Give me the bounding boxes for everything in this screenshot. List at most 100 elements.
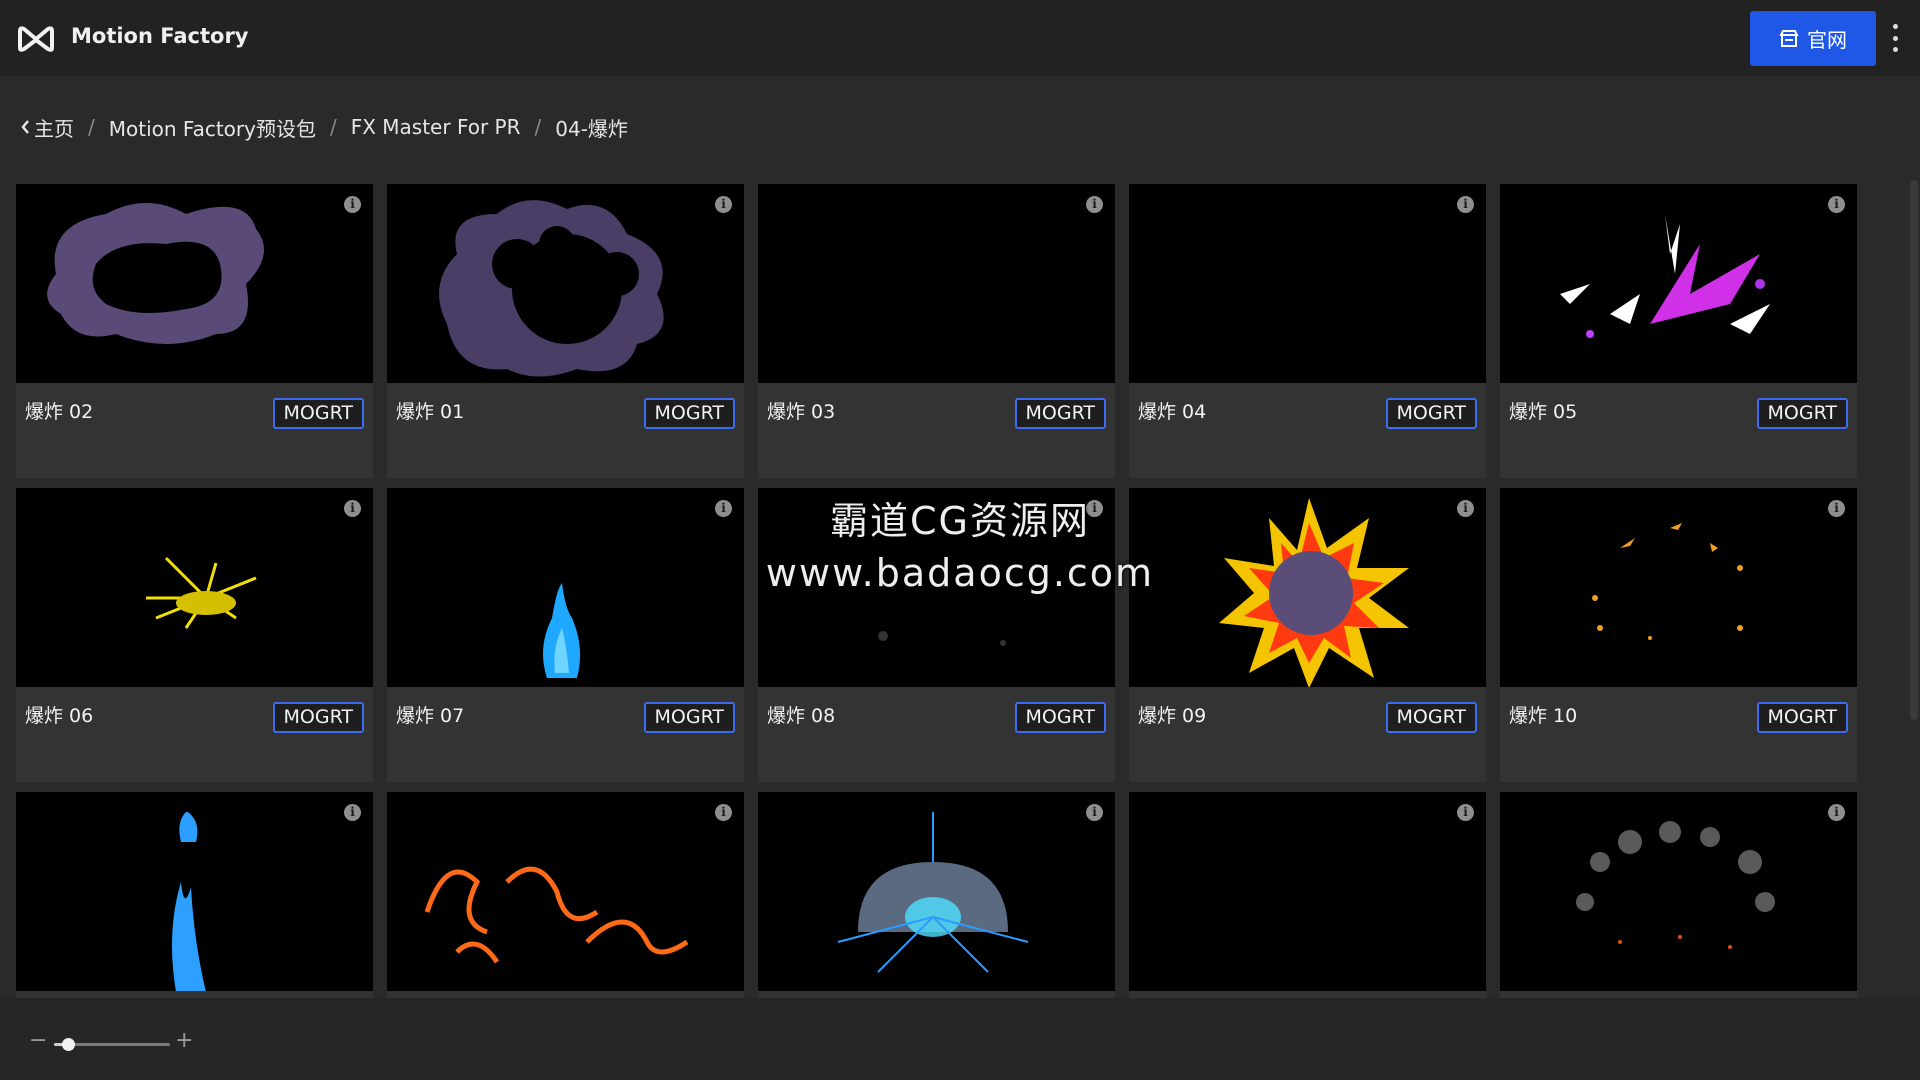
asset-thumbnail[interactable]: i bbox=[1500, 792, 1857, 991]
chevron-left-icon bbox=[21, 120, 29, 134]
scrollbar[interactable] bbox=[1910, 180, 1918, 720]
asset-card[interactable]: i bbox=[16, 792, 373, 998]
asset-thumbnail[interactable]: i bbox=[758, 792, 1115, 991]
breadcrumb: 主页 / Motion Factory预设包 / FX Master For P… bbox=[20, 112, 628, 142]
breadcrumb-separator: / bbox=[329, 115, 337, 139]
asset-card[interactable]: i 爆炸 07 MOGRT bbox=[387, 488, 744, 782]
asset-card[interactable]: i 爆炸 08 MOGRT bbox=[758, 488, 1115, 782]
info-icon[interactable]: i bbox=[344, 500, 361, 517]
asset-thumbnail[interactable]: i bbox=[387, 184, 744, 383]
mogrt-badge[interactable]: MOGRT bbox=[1014, 702, 1106, 733]
motion-factory-logo-icon[interactable] bbox=[16, 22, 56, 54]
mogrt-badge[interactable]: MOGRT bbox=[272, 702, 364, 733]
info-icon[interactable]: i bbox=[1457, 500, 1474, 517]
mogrt-badge[interactable]: MOGRT bbox=[643, 398, 735, 429]
breadcrumb-home[interactable]: 主页 bbox=[20, 113, 74, 142]
asset-thumbnail[interactable]: i bbox=[758, 184, 1115, 383]
asset-name: 爆炸 08 bbox=[767, 705, 836, 727]
info-icon[interactable]: i bbox=[1086, 500, 1103, 517]
preview-image bbox=[837, 812, 1029, 973]
asset-name: 爆炸 04 bbox=[1138, 401, 1207, 423]
asset-name: 爆炸 10 bbox=[1509, 705, 1578, 727]
asset-name: 爆炸 05 bbox=[1509, 401, 1578, 423]
zoom-out-button[interactable]: − bbox=[29, 1030, 47, 1052]
asset-thumbnail[interactable]: i bbox=[1129, 792, 1486, 991]
app-title: Motion Factory bbox=[71, 24, 249, 48]
store-icon bbox=[1779, 29, 1799, 47]
preview-image bbox=[47, 203, 264, 344]
asset-thumbnail[interactable]: i bbox=[387, 792, 744, 991]
breadcrumb-item-presets[interactable]: Motion Factory预设包 bbox=[109, 113, 316, 142]
mogrt-badge[interactable]: MOGRT bbox=[1385, 398, 1477, 429]
asset-thumbnail[interactable]: i bbox=[1129, 184, 1486, 383]
preview-image bbox=[1560, 214, 1770, 338]
breadcrumb-item-fx-master[interactable]: FX Master For PR bbox=[351, 115, 521, 139]
breadcrumb-separator: / bbox=[534, 115, 542, 139]
asset-grid: i 爆炸 02 MOGRT i 爆炸 01 MOGRT i 爆炸 03 MOGRT i 爆炸 04 M… bbox=[16, 184, 1857, 998]
info-icon[interactable]: i bbox=[1086, 804, 1103, 821]
info-icon[interactable]: i bbox=[1457, 804, 1474, 821]
preview-image bbox=[543, 583, 581, 678]
asset-name: 爆炸 09 bbox=[1138, 705, 1207, 727]
asset-card[interactable]: i bbox=[1129, 792, 1486, 998]
asset-card[interactable]: i 爆炸 02 MOGRT bbox=[16, 184, 373, 478]
mogrt-badge[interactable]: MOGRT bbox=[272, 398, 364, 429]
info-icon[interactable]: i bbox=[344, 804, 361, 821]
mogrt-badge[interactable]: MOGRT bbox=[643, 702, 735, 733]
preview-image bbox=[424, 866, 689, 964]
asset-name: 爆炸 02 bbox=[25, 401, 94, 423]
asset-card[interactable]: i 爆炸 05 MOGRT bbox=[1500, 184, 1857, 478]
official-site-button[interactable]: 官网 bbox=[1750, 11, 1876, 66]
asset-thumbnail[interactable]: i bbox=[1129, 488, 1486, 687]
preview-image bbox=[1129, 792, 1486, 991]
info-icon[interactable]: i bbox=[1457, 196, 1474, 213]
asset-thumbnail[interactable]: i bbox=[16, 184, 373, 383]
asset-thumbnail[interactable]: i bbox=[16, 792, 373, 991]
asset-card[interactable]: i bbox=[758, 792, 1115, 998]
breadcrumb-item-current[interactable]: 04-爆炸 bbox=[555, 113, 628, 142]
asset-name: 爆炸 01 bbox=[396, 401, 465, 423]
breadcrumb-separator: / bbox=[88, 115, 95, 139]
asset-thumbnail[interactable]: i bbox=[1500, 488, 1857, 687]
official-site-label: 官网 bbox=[1807, 28, 1847, 52]
asset-card[interactable]: i 爆炸 09 MOGRT bbox=[1129, 488, 1486, 782]
preview-image bbox=[1592, 523, 1743, 640]
mogrt-badge[interactable]: MOGRT bbox=[1385, 702, 1477, 733]
asset-card[interactable]: i bbox=[387, 792, 744, 998]
asset-thumbnail[interactable]: i bbox=[1500, 184, 1857, 383]
asset-grid-area: i 爆炸 02 MOGRT i 爆炸 01 MOGRT i 爆炸 03 MOGRT i 爆炸 04 M… bbox=[0, 180, 1900, 998]
info-icon[interactable]: i bbox=[715, 804, 732, 821]
asset-name: 爆炸 07 bbox=[396, 705, 465, 727]
asset-card[interactable]: i 爆炸 04 MOGRT bbox=[1129, 184, 1486, 478]
asset-card[interactable]: i 爆炸 03 MOGRT bbox=[758, 184, 1115, 478]
info-icon[interactable]: i bbox=[1086, 196, 1103, 213]
preview-image bbox=[439, 200, 664, 377]
breadcrumb-home-label: 主页 bbox=[34, 116, 74, 141]
info-icon[interactable]: i bbox=[1828, 500, 1845, 517]
preview-image bbox=[172, 812, 206, 991]
asset-card[interactable]: i 爆炸 06 MOGRT bbox=[16, 488, 373, 782]
asset-thumbnail[interactable]: i bbox=[16, 488, 373, 687]
asset-thumbnail[interactable]: i bbox=[387, 488, 744, 687]
preview-image bbox=[146, 556, 257, 629]
more-menu-icon[interactable] bbox=[1888, 24, 1902, 52]
info-icon[interactable]: i bbox=[1828, 196, 1845, 213]
asset-card[interactable]: i 爆炸 10 MOGRT bbox=[1500, 488, 1857, 782]
mogrt-badge[interactable]: MOGRT bbox=[1756, 702, 1848, 733]
mogrt-badge[interactable]: MOGRT bbox=[1014, 398, 1106, 429]
preview-image bbox=[758, 184, 1115, 383]
info-icon[interactable]: i bbox=[1828, 804, 1845, 821]
zoom-slider[interactable] bbox=[54, 1038, 170, 1051]
mogrt-badge[interactable]: MOGRT bbox=[1756, 398, 1848, 429]
info-icon[interactable]: i bbox=[715, 196, 732, 213]
asset-thumbnail[interactable]: i bbox=[758, 488, 1115, 687]
asset-card[interactable]: i 爆炸 01 MOGRT bbox=[387, 184, 744, 478]
zoom-slider-thumb[interactable] bbox=[61, 1038, 75, 1051]
bottom-bar bbox=[0, 998, 1920, 1080]
zoom-in-button[interactable]: + bbox=[175, 1030, 193, 1052]
info-icon[interactable]: i bbox=[715, 500, 732, 517]
asset-card[interactable]: i bbox=[1500, 792, 1857, 998]
top-bar: Motion Factory 官网 bbox=[0, 0, 1920, 76]
info-icon[interactable]: i bbox=[344, 196, 361, 213]
preview-image bbox=[1129, 184, 1486, 383]
